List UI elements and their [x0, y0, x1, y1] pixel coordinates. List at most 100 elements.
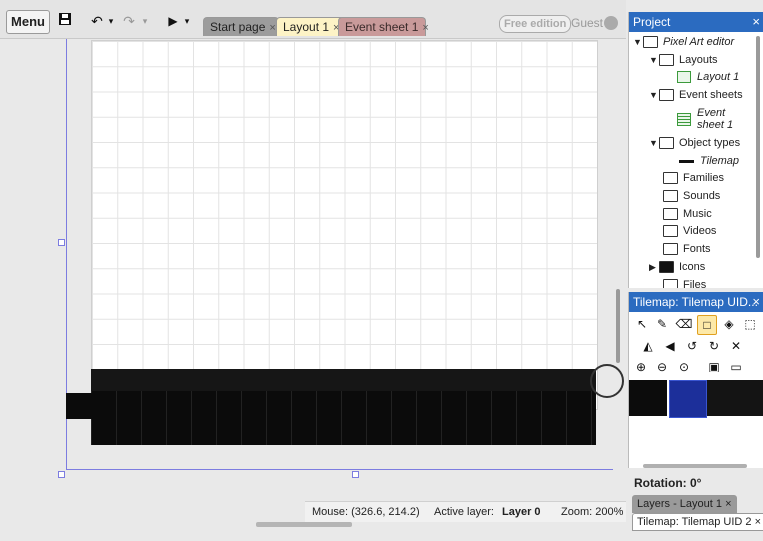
pencil-tool-icon[interactable]: ✎ [653, 315, 671, 333]
close-icon[interactable]: × [752, 12, 760, 32]
expand-caret-icon[interactable]: ▼ [649, 135, 659, 151]
tile-palette-scrollbar[interactable] [643, 464, 747, 468]
redo-dropdown-icon[interactable]: ▾ [141, 12, 149, 30]
rotate-ccw-icon[interactable]: ↺ [683, 337, 701, 355]
flip-horizontal-icon[interactable]: ◭ [639, 337, 657, 355]
tree-item-videos[interactable]: Videos [663, 223, 716, 239]
play-dropdown-icon[interactable]: ▾ [183, 12, 191, 30]
tab-tilemap[interactable]: Tilemap: Tilemap UID 2 × [632, 513, 763, 531]
folder-icon [663, 190, 678, 203]
tree-item-layout-1[interactable]: Layout 1 [677, 69, 739, 85]
folder-icon [659, 261, 674, 274]
tab-label: Event sheet 1 [345, 20, 419, 34]
event-sheet-icon [677, 113, 691, 126]
folder-icon [663, 225, 678, 238]
eraser-tool-icon[interactable]: ⌫ [675, 315, 693, 333]
tab-label: Layout 1 [283, 20, 330, 34]
tile-swatch[interactable] [707, 380, 763, 416]
main-toolbar: Menu ↶ ▾ ↷ ▾ ▶ ▾ Start page × Layout 1 × E… [0, 0, 626, 39]
tilemap-panel: Tilemap: Tilemap UID... × ↖ ✎ ⌫ □ ◈ ⬚ ◭ … [628, 292, 763, 468]
vertical-scrollbar[interactable] [616, 289, 620, 363]
mouse-coordinates: Mouse: (326.6, 214.2) [312, 506, 420, 518]
folder-icon [659, 89, 674, 102]
user-name[interactable]: Guest [571, 16, 603, 30]
tree-item-fonts[interactable]: Fonts [663, 241, 711, 257]
rotation-property: Rotation: 0° [634, 476, 702, 490]
tree-item-families[interactable]: Families [663, 170, 724, 186]
tree-item-music[interactable]: Music [663, 206, 712, 222]
project-panel-scrollbar[interactable] [756, 36, 760, 258]
horizontal-scrollbar[interactable] [256, 522, 352, 527]
layout-grid[interactable] [91, 40, 598, 410]
active-layer-value: Layer 0 [502, 506, 541, 518]
user-icon[interactable] [604, 16, 618, 30]
layout-canvas[interactable] [0, 39, 626, 501]
tab-layers[interactable]: Layers - Layout 1 × [632, 495, 737, 513]
folder-icon [663, 243, 678, 256]
tab-layout-1[interactable]: Layout 1 × [276, 17, 345, 36]
edition-badge[interactable]: Free edition [499, 15, 572, 33]
tile-swatch-selected[interactable] [669, 380, 707, 418]
folder-icon [663, 172, 678, 185]
mouse-cursor-highlight [590, 364, 624, 398]
resize-handle[interactable] [352, 471, 359, 478]
rectangle-tool-icon[interactable]: □ [697, 315, 717, 335]
close-icon[interactable]: × [752, 292, 760, 312]
project-panel-header: Project × [629, 12, 763, 32]
tree-item-object-types[interactable]: ▼ Object types [649, 135, 740, 151]
expand-caret-icon[interactable]: ▶ [649, 259, 659, 275]
undo-dropdown-icon[interactable]: ▾ [107, 12, 115, 30]
panel-title: Project [633, 15, 671, 29]
tree-item-event-sheets[interactable]: ▼ Event sheets [649, 87, 743, 103]
tree-item-files[interactable]: Files [663, 277, 706, 288]
tree-item-icons[interactable]: ▶ Icons [649, 259, 705, 275]
tree-item-root[interactable]: ▼ Pixel Art editor [633, 34, 734, 50]
tab-close-icon[interactable]: × [422, 22, 428, 34]
tree-item-layouts[interactable]: ▼ Layouts [649, 52, 718, 68]
zoom-level: Zoom: 200% [561, 506, 624, 518]
tree-item-tilemap[interactable]: Tilemap [679, 153, 739, 169]
tilemap-panel-header: Tilemap: Tilemap UID... × [629, 292, 763, 312]
tab-event-sheet-1[interactable]: Event sheet 1 × [338, 17, 429, 36]
flip-vertical-icon[interactable]: ◀ [661, 337, 679, 355]
folder-icon [659, 137, 674, 150]
menu-button[interactable]: Menu [6, 10, 50, 34]
folder-icon [643, 36, 658, 49]
expand-caret-icon[interactable]: ▼ [649, 52, 659, 68]
tree-item-sounds[interactable]: Sounds [663, 188, 720, 204]
expand-caret-icon[interactable]: ▼ [649, 87, 659, 103]
tab-label: Tilemap: Tilemap UID 2 [637, 516, 752, 528]
layout-icon [677, 71, 691, 84]
rotate-cw-icon[interactable]: ↻ [705, 337, 723, 355]
reset-transform-icon[interactable]: ✕ [727, 337, 745, 355]
tilemap-icon [679, 159, 694, 163]
save-icon[interactable] [57, 12, 73, 30]
status-bar: Mouse: (326.6, 214.2) Active layer: Laye… [305, 501, 626, 522]
tile-palette[interactable] [629, 372, 763, 418]
tilemap-left-tile [66, 393, 92, 419]
tab-close-icon[interactable]: × [725, 498, 731, 510]
panel-title: Tilemap: Tilemap UID... [633, 295, 758, 309]
project-panel: Project × ▼ Pixel Art editor ▼ Layouts Lay… [628, 12, 763, 288]
tilemap-top-row [91, 369, 596, 391]
selection-tool-icon[interactable]: ⬚ [741, 315, 759, 333]
fill-tool-icon[interactable]: ◈ [720, 315, 738, 333]
tile-swatch[interactable] [629, 380, 667, 416]
folder-icon [659, 54, 674, 67]
folder-icon [663, 208, 678, 221]
pointer-tool-icon[interactable]: ↖ [633, 315, 651, 333]
play-icon[interactable]: ▶ [166, 12, 180, 30]
resize-handle[interactable] [58, 471, 65, 478]
tab-start-page[interactable]: Start page × [203, 17, 279, 36]
undo-icon[interactable]: ↶ [89, 12, 105, 30]
tab-close-icon[interactable]: × [269, 22, 275, 34]
expand-caret-icon[interactable]: ▼ [633, 34, 643, 50]
tab-label: Layers - Layout 1 [637, 498, 722, 510]
tab-close-icon[interactable]: × [755, 516, 761, 528]
resize-handle[interactable] [58, 239, 65, 246]
folder-icon [663, 279, 678, 288]
active-layer-label: Active layer: [434, 506, 494, 518]
tab-label: Start page [210, 20, 266, 34]
project-tree: ▼ Pixel Art editor ▼ Layouts Layout 1 ▼ Eve… [629, 32, 751, 288]
redo-icon[interactable]: ↷ [121, 12, 137, 30]
